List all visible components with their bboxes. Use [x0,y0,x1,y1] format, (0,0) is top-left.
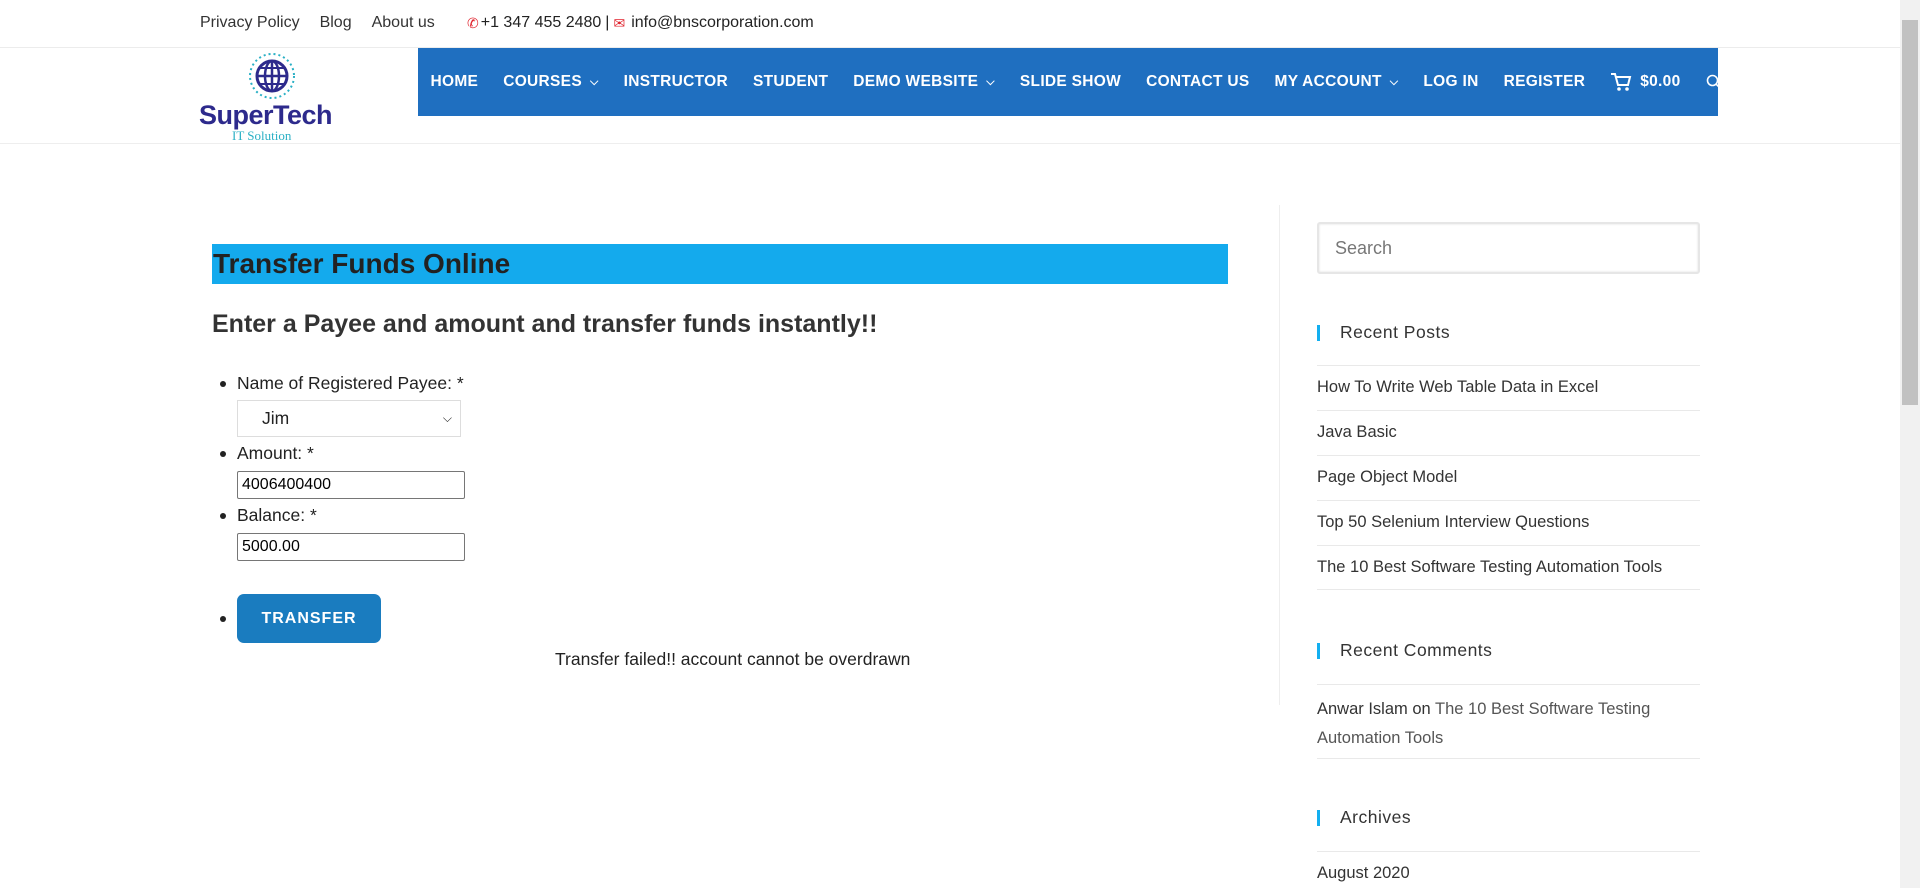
top-bar: Privacy Policy Blog About us ✆ +1 347 45… [0,0,1900,48]
main-nav: HOME COURSES ⌵ INSTRUCTOR STUDENT DEMO WE… [418,48,1722,116]
nav-demo-website-label: DEMO WEBSITE [853,73,979,90]
comment-author: Anwar Islam [1317,700,1408,718]
nav-search[interactable] [1693,74,1734,90]
globe-icon [249,53,295,99]
recent-post-link[interactable]: Top 50 Selenium Interview Questions [1317,500,1700,545]
nav-log-in[interactable]: LOG IN [1411,73,1491,91]
nav-register[interactable]: REGISTER [1491,73,1598,91]
amount-input[interactable]: 4006400400 [237,471,465,499]
nav-contact-us-label: CONTACT US [1146,73,1250,90]
contact-info: ✆ +1 347 455 2480 | ✉ info@bnscorporatio… [467,14,814,32]
nav-my-account-label: MY ACCOUNT [1274,73,1382,90]
search-icon [1706,74,1722,90]
nav-my-account[interactable]: MY ACCOUNT ⌵ [1262,73,1411,91]
status-message: Transfer failed!! account cannot be over… [555,649,911,669]
recent-post-link[interactable]: The 10 Best Software Testing Automation … [1317,545,1700,590]
page: Privacy Policy Blog About us ✆ +1 347 45… [0,0,1900,888]
nav-courses[interactable]: COURSES ⌵ [491,73,611,91]
privacy-policy-link[interactable]: Privacy Policy [200,14,300,32]
top-links: Privacy Policy Blog About us [200,14,455,32]
recent-post-link[interactable]: Java Basic [1317,410,1700,455]
blog-link[interactable]: Blog [320,14,352,32]
recent-comment: Anwar Islam on The 10 Best Software Test… [1317,684,1700,759]
scrollbar-thumb[interactable] [1902,20,1918,405]
email-address[interactable]: info@bnscorporation.com [631,14,814,32]
nav-cart[interactable]: $0.00 [1598,72,1693,92]
recent-comments-title: Recent Comments [1317,640,1492,661]
search-placeholder: Search [1335,238,1393,258]
comment-on-text: on [1412,700,1431,718]
about-us-link[interactable]: About us [372,14,435,32]
amount-label: Amount: * [237,443,314,463]
balance-label: Balance: * [237,505,317,525]
list-bullet [220,616,226,622]
list-bullet [220,451,226,457]
nav-instructor-label: INSTRUCTOR [623,73,728,90]
chevron-down-icon: ⌵ [986,75,995,88]
nav-student-label: STUDENT [752,73,829,90]
cart-icon [1611,73,1632,91]
logo-subtitle: IT Solution [232,128,292,143]
balance-input[interactable]: 5000.00 [237,533,465,561]
nav-student[interactable]: STUDENT [740,73,840,91]
nav-demo-website[interactable]: DEMO WEBSITE ⌵ [841,73,1008,91]
nav-courses-label: COURSES [503,73,582,90]
list-bullet [220,381,226,387]
payee-label: Name of Registered Payee: * [237,373,464,393]
sidebar-divider [1279,205,1280,705]
payee-select[interactable]: Jim ⌵ [237,400,461,437]
recent-posts-list: How To Write Web Table Data in Excel Jav… [1317,365,1700,590]
nav-contact-us[interactable]: CONTACT US [1134,73,1262,91]
page-title: Transfer Funds Online [213,248,511,279]
site-logo[interactable]: SuperTech IT Solution [199,48,344,143]
recent-post-link[interactable]: Page Object Model [1317,455,1700,500]
archive-link[interactable]: August 2020 [1317,864,1410,883]
chevron-down-icon: ⌵ [1389,75,1399,88]
nav-instructor[interactable]: INSTRUCTOR [611,73,740,91]
nav-register-label: REGISTER [1503,73,1586,90]
archive-divider [1317,851,1700,852]
phone-number: +1 347 455 2480 [480,14,602,31]
nav-home[interactable]: HOME [418,73,491,91]
email-icon: ✉ [613,14,626,31]
archives-title: Archives [1317,807,1411,828]
phone-icon: ✆ [467,14,479,31]
page-subtitle: Enter a Payee and amount and transfer fu… [212,310,878,338]
transfer-button[interactable]: TRANSFER [237,594,381,643]
recent-posts-title: Recent Posts [1317,322,1450,343]
page-title-banner: Transfer Funds Online [212,244,1228,284]
nav-log-in-label: LOG IN [1423,73,1479,90]
nav-home-label: HOME [430,73,479,90]
cart-total: $0.00 [1640,73,1681,90]
nav-slide-show-label: SLIDE SHOW [1019,73,1122,90]
nav-slide-show[interactable]: SLIDE SHOW [1007,73,1133,91]
chevron-down-icon: ⌵ [442,411,452,425]
list-bullet [220,513,226,519]
chevron-down-icon: ⌵ [589,75,599,88]
payee-selected-value: Jim [262,408,290,428]
contact-separator: | [605,14,610,31]
sidebar-search-input[interactable]: Search [1317,222,1700,274]
logo-title: SuperTech [199,100,333,130]
recent-post-link[interactable]: How To Write Web Table Data in Excel [1317,365,1700,410]
